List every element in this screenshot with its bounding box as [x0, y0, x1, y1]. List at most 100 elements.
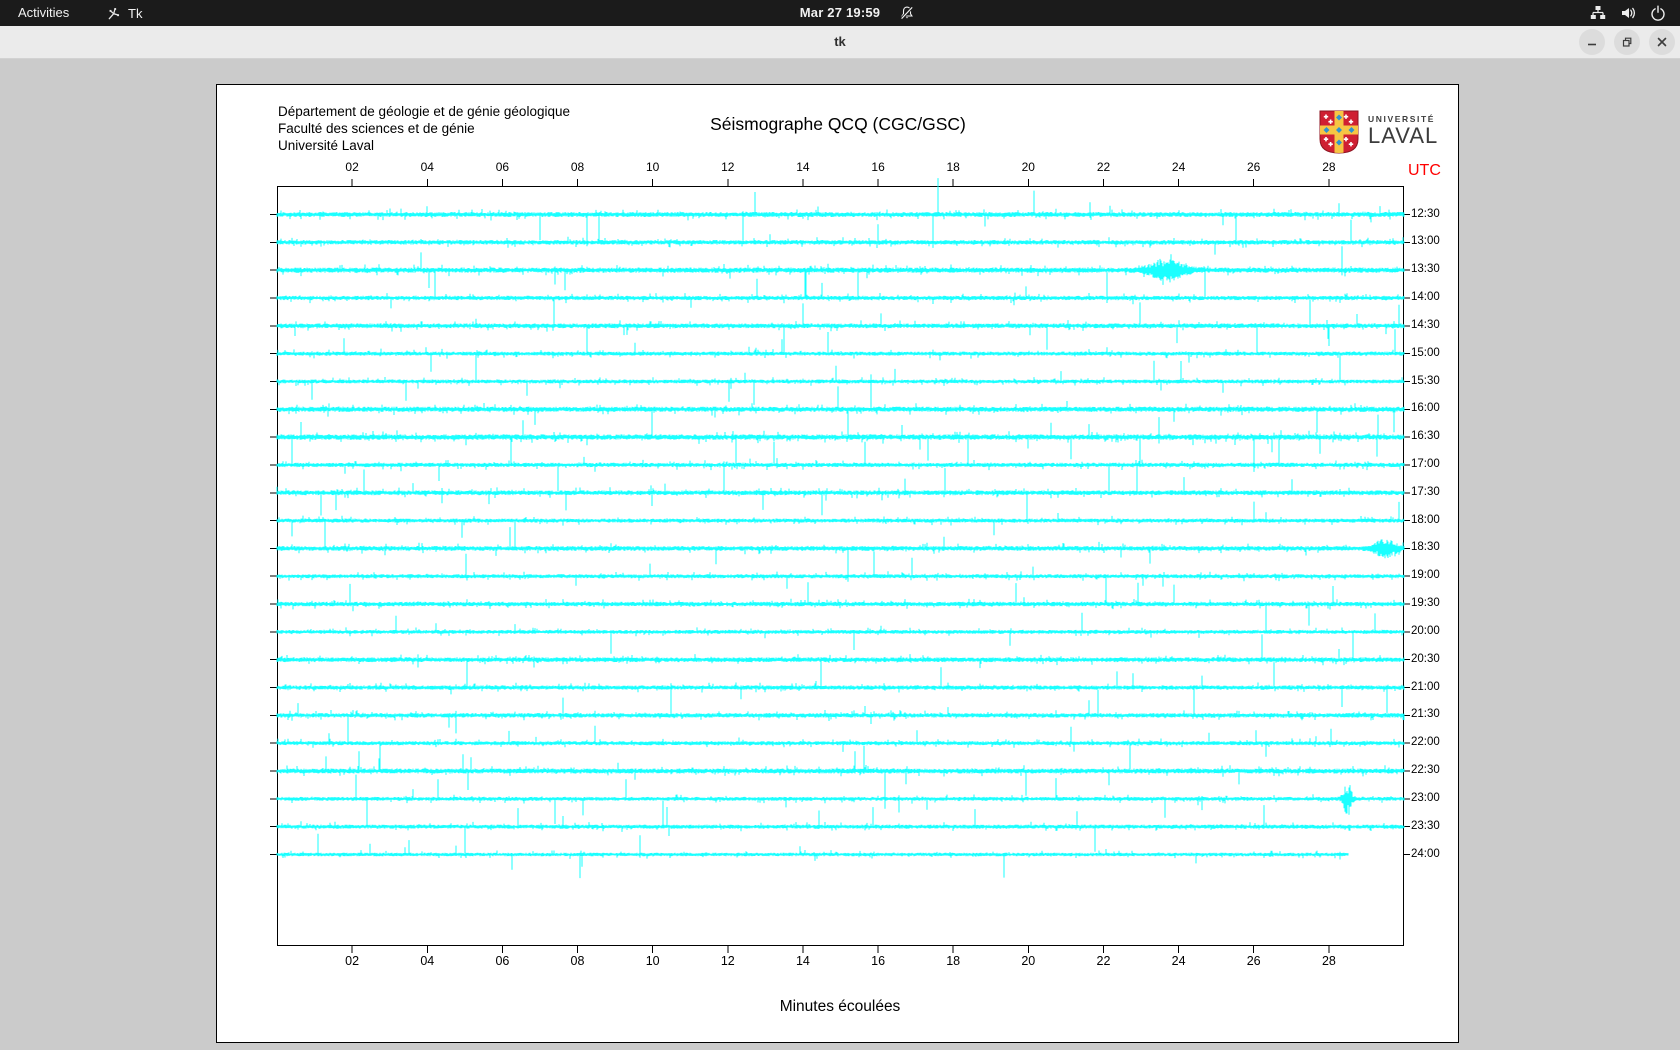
x-axis-tick-label-top: 16 — [871, 160, 885, 174]
x-axis-tick-label-bottom: 18 — [946, 954, 961, 968]
plot-border — [277, 186, 1404, 946]
x-axis-tick-label-top: 28 — [1322, 160, 1336, 174]
seismo-trace-row — [276, 582, 1405, 632]
x-axis-tick-label-bottom: 26 — [1246, 954, 1261, 968]
seismo-trace-row — [276, 774, 1405, 824]
clock-menu[interactable]: Mar 27 19:59 — [800, 0, 880, 26]
header-line-3: Université Laval — [278, 138, 375, 153]
app-menu-tk[interactable]: Tk — [106, 0, 142, 26]
window-titlebar[interactable]: tk — [0, 26, 1680, 59]
x-axis-tick-label-bottom: 10 — [645, 954, 660, 968]
utc-time-row-label: 13:00 — [1411, 235, 1440, 248]
seismo-trace-row — [276, 268, 1405, 309]
seismo-trace-row — [276, 178, 1405, 248]
seismo-trace-row — [276, 551, 1405, 601]
window-title: tk — [834, 34, 846, 49]
axis-ticks — [270, 179, 1410, 953]
utc-time-row-label: 21:30 — [1411, 708, 1440, 721]
system-status-area[interactable] — [1590, 0, 1666, 26]
seismogram-plot: UTC Minutes écoulées 02 02 04 04 06 06 08 08 10 1… — [270, 160, 1441, 1015]
volume-icon — [1620, 5, 1636, 21]
tk-app-icon — [106, 6, 121, 21]
utc-time-row-label: 19:00 — [1411, 569, 1440, 582]
x-axis-tick-label-top: 08 — [570, 160, 585, 174]
activities-button[interactable]: Activities — [14, 0, 73, 26]
power-icon — [1650, 5, 1666, 21]
close-button[interactable] — [1649, 29, 1675, 55]
x-axis-tick-label-top: 10 — [646, 160, 660, 174]
utc-time-row-label: 16:00 — [1411, 402, 1440, 415]
seismo-trace-row — [276, 685, 1405, 745]
x-axis-tick-label-top: 06 — [495, 160, 510, 174]
utc-time-row-label: 20:00 — [1411, 624, 1440, 637]
universite-laval-logo: UNIVERSITÉ LAVAL — [1317, 110, 1438, 154]
seismo-trace-row — [276, 520, 1405, 582]
utc-time-row-label: 14:00 — [1411, 291, 1440, 303]
laval-shield-icon — [1319, 110, 1359, 154]
seismo-trace-row — [276, 246, 1405, 301]
x-axis-tick-label-bottom: 28 — [1321, 954, 1336, 968]
seismograph-canvas: Département de géologie et de génie géol… — [216, 84, 1459, 1043]
seismo-trace-row — [276, 463, 1405, 516]
x-axis-tick-label-bottom: 24 — [1171, 954, 1186, 968]
x-axis-tick-label-top: 26 — [1247, 160, 1261, 174]
minimize-icon — [1588, 43, 1596, 46]
utc-label: UTC — [1408, 162, 1441, 179]
gnome-top-bar: Activities Tk Mar 27 19:59 — [0, 0, 1680, 26]
notifications-muted-icon — [899, 5, 915, 21]
utc-time-row-label: 17:30 — [1411, 485, 1440, 498]
x-axis-tick-label-bottom: 14 — [795, 954, 810, 968]
utc-time-row-label: 21:00 — [1411, 680, 1440, 693]
utc-time-row-label: 22:30 — [1411, 764, 1440, 776]
x-axis-tick-label-bottom: 04 — [420, 954, 435, 968]
x-axis-tick-label-top: 04 — [420, 160, 434, 174]
x-axis-tick-label-top: 24 — [1171, 160, 1186, 174]
seismo-trace-row — [276, 325, 1405, 381]
seismo-trace-row — [276, 360, 1405, 405]
seismogram-traces — [270, 178, 1410, 953]
seismo-trace-row — [276, 798, 1405, 854]
window-controls — [1579, 29, 1675, 55]
utc-time-row-label: 16:30 — [1411, 430, 1440, 443]
utc-time-row-label: 20:30 — [1411, 652, 1440, 665]
seismo-trace-row — [276, 374, 1405, 440]
network-wired-icon — [1590, 5, 1606, 21]
x-axis-tick-label-top: 18 — [946, 160, 960, 174]
x-axis-tick-label-bottom: 22 — [1096, 954, 1111, 968]
x-axis-tick-label-top: 14 — [796, 160, 810, 174]
utc-time-row-label: 14:30 — [1411, 318, 1440, 331]
close-icon — [1657, 37, 1667, 47]
utc-time-row-label: 12:30 — [1411, 207, 1440, 220]
seismo-trace-row — [276, 833, 1349, 879]
x-axis-tick-label-bottom: 20 — [1021, 954, 1036, 968]
header-line-1: Département de géologie et de génie géol… — [278, 104, 570, 119]
x-axis-tick-label-bottom: 08 — [570, 954, 585, 968]
seismo-trace-row — [276, 631, 1405, 669]
utc-time-row-label: 18:30 — [1411, 541, 1440, 554]
utc-time-row-label: 17:00 — [1411, 457, 1440, 470]
logo-text-laval: LAVAL — [1368, 123, 1439, 148]
x-axis-tick-label-bottom: 12 — [720, 954, 735, 968]
seismo-trace-row — [276, 296, 1405, 354]
seismo-trace-row — [276, 658, 1405, 713]
x-axis-tick-label-top: 22 — [1096, 160, 1111, 174]
seismo-trace-row — [276, 725, 1405, 771]
utc-time-row-label: 15:00 — [1411, 346, 1440, 359]
app-menu-label: Tk — [128, 5, 143, 21]
x-axis-tick-label-top: 20 — [1021, 160, 1035, 174]
utc-time-row-label: 22:00 — [1411, 736, 1440, 749]
x-axis-tick-label-bottom: 06 — [495, 954, 510, 968]
x-axis-title: Minutes écoulées — [779, 998, 901, 1015]
minimize-button[interactable] — [1579, 29, 1605, 55]
utc-time-row-label: 24:00 — [1411, 847, 1440, 860]
x-axis-tick-label-bottom: 16 — [871, 954, 886, 968]
utc-time-row-label: 15:30 — [1411, 374, 1440, 387]
utc-time-row-label: 23:00 — [1411, 791, 1440, 804]
utc-time-row-label: 23:30 — [1411, 819, 1440, 832]
seismo-trace-row — [276, 612, 1405, 654]
restore-icon — [1622, 37, 1632, 47]
utc-time-row-label: 19:30 — [1411, 597, 1440, 610]
utc-time-row-label: 18:00 — [1411, 513, 1440, 526]
x-axis-tick-label-bottom: 02 — [345, 954, 360, 968]
restore-button[interactable] — [1614, 29, 1640, 55]
